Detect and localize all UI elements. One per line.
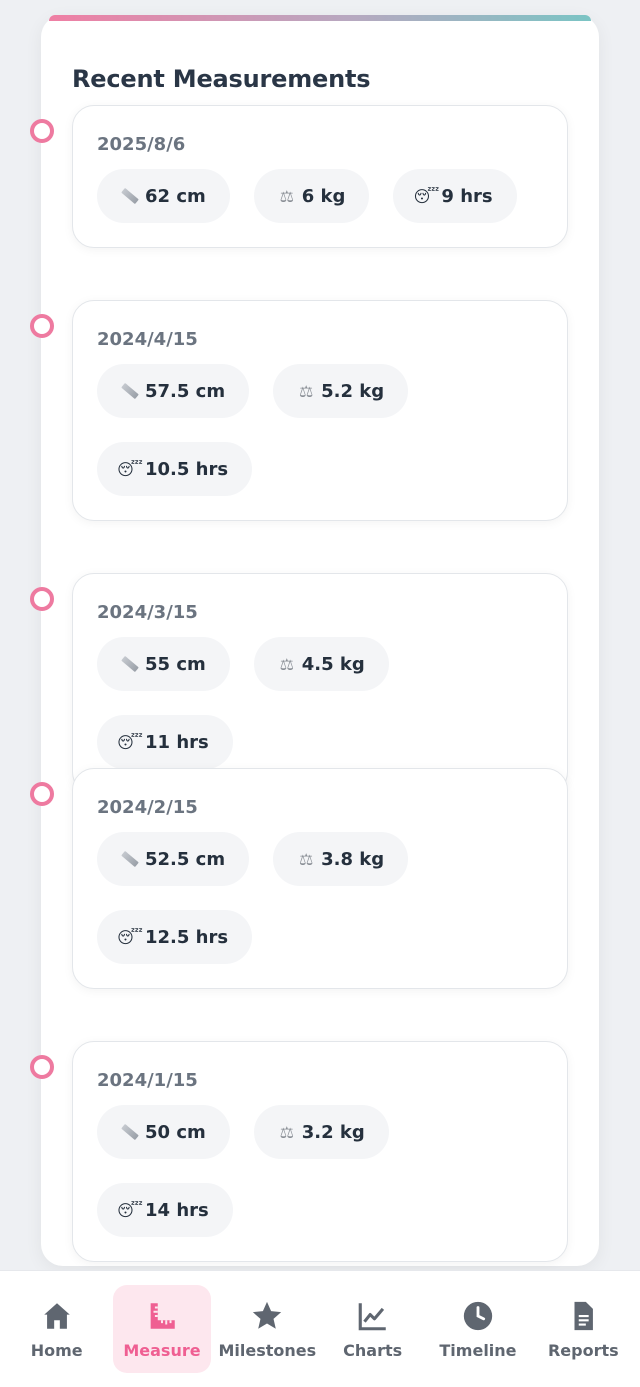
home-icon [40,1299,74,1333]
measurement-date: 2024/2/15 [97,797,198,818]
weight-chip: ⚖ 3.8 kg [273,832,409,886]
ruler-icon [121,1123,139,1141]
measurement-entry: 2024/3/15 55 cm ⚖ 4.5 kg 😴 11 hrs [30,573,568,794]
sleep-value: 9 hrs [441,185,493,207]
panel-accent-bar [49,15,591,21]
measurement-entry: 2024/2/15 52.5 cm ⚖ 3.8 kg 😴 12.5 hrs [30,768,568,989]
sleeping-face-icon: 😴 [117,1200,143,1220]
sleeping-face-icon: 😴 [413,186,440,206]
measurement-card[interactable]: 2025/8/6 62 cm ⚖ 6 kg 😴 9 hrs [72,105,568,248]
measurement-date: 2024/1/15 [97,1070,198,1091]
weight-value: 3.2 kg [301,1121,365,1143]
nav-label: Reports [547,1340,619,1360]
measurement-entry: 2024/1/15 50 cm ⚖ 3.2 kg 😴 14 hrs [30,1041,568,1262]
balance-scale-icon: ⚖ [279,186,294,206]
length-chip: 62 cm [97,169,230,223]
length-chip: 57.5 cm [97,364,250,418]
nav-label: Timeline [439,1340,517,1360]
sleep-chip: 😴 14 hrs [97,1183,233,1237]
weight-value: 3.8 kg [321,848,385,870]
timeline-dot [30,1055,54,1079]
nav-item-reports[interactable]: Reports [534,1285,632,1373]
length-value: 50 cm [145,1121,206,1143]
timeline-dot [30,782,54,806]
length-chip: 50 cm [97,1105,230,1159]
measurement-entry: 2025/8/6 62 cm ⚖ 6 kg 😴 9 hrs [30,105,568,248]
balance-scale-icon: ⚖ [279,654,294,674]
sleep-value: 14 hrs [145,1199,209,1221]
nav-item-milestones[interactable]: Milestones [218,1285,316,1373]
balance-scale-icon: ⚖ [298,849,314,869]
sleep-value: 12.5 hrs [145,926,229,948]
weight-value: 6 kg [301,185,346,207]
bottom-nav: Home Measure Milestones Charts Timeline … [0,1270,640,1387]
balance-scale-icon: ⚖ [279,1122,294,1142]
timeline-dot [30,314,54,338]
line-chart-icon [356,1299,390,1333]
length-chip: 52.5 cm [97,832,250,886]
nav-item-home[interactable]: Home [8,1285,106,1373]
panel-title: Recent Measurements [72,65,371,93]
measurement-card[interactable]: 2024/1/15 50 cm ⚖ 3.2 kg 😴 14 hrs [72,1041,568,1262]
document-icon [566,1299,600,1333]
weight-chip: ⚖ 3.2 kg [253,1105,389,1159]
measurement-date: 2025/8/6 [97,134,186,155]
ruler-icon [121,655,139,673]
timeline-dot [30,587,54,611]
weight-chip: ⚖ 5.2 kg [273,364,409,418]
nav-item-timeline[interactable]: Timeline [429,1285,527,1373]
measurement-card[interactable]: 2024/2/15 52.5 cm ⚖ 3.8 kg 😴 12.5 hrs [72,768,568,989]
measurement-entry: 2024/4/15 57.5 cm ⚖ 5.2 kg 😴 10.5 hrs [30,300,568,521]
measurement-date: 2024/4/15 [97,329,198,350]
nav-label: Measure [123,1340,201,1360]
length-value: 52.5 cm [145,848,226,870]
clock-icon [461,1299,495,1333]
balance-scale-icon: ⚖ [298,381,314,401]
nav-label: Home [30,1340,83,1360]
length-chip: 55 cm [97,637,230,691]
sleep-chip: 😴 10.5 hrs [97,442,253,496]
weight-value: 4.5 kg [301,653,365,675]
ruler-icon [121,382,139,400]
sleep-value: 10.5 hrs [145,458,229,480]
ruler-icon [121,850,139,868]
sleep-chip: 😴 12.5 hrs [97,910,253,964]
sleep-chip: 😴 11 hrs [97,715,233,769]
measurement-date: 2024/3/15 [97,602,198,623]
nav-item-charts[interactable]: Charts [324,1285,422,1373]
weight-value: 5.2 kg [321,380,385,402]
timeline-dot [30,119,54,143]
nav-item-measure[interactable]: Measure [112,1285,211,1373]
length-value: 57.5 cm [145,380,226,402]
star-icon [250,1299,284,1333]
sleep-chip: 😴 9 hrs [393,169,517,223]
sleep-value: 11 hrs [145,731,209,753]
weight-chip: ⚖ 4.5 kg [253,637,389,691]
measurements-panel: Recent Measurements 2025/8/6 62 cm ⚖ 6 k… [30,15,599,1266]
sleeping-face-icon: 😴 [117,927,143,947]
weight-chip: ⚖ 6 kg [253,169,370,223]
sleeping-face-icon: 😴 [117,732,143,752]
sleeping-face-icon: 😴 [117,459,143,479]
measurement-card[interactable]: 2024/3/15 55 cm ⚖ 4.5 kg 😴 11 hrs [72,573,568,794]
nav-label: Milestones [218,1340,317,1360]
measurement-card[interactable]: 2024/4/15 57.5 cm ⚖ 5.2 kg 😴 10.5 hrs [72,300,568,521]
ruler-icon [121,187,139,205]
length-value: 62 cm [145,185,206,207]
ruler-icon [145,1299,179,1333]
nav-label: Charts [343,1340,403,1360]
length-value: 55 cm [145,653,206,675]
